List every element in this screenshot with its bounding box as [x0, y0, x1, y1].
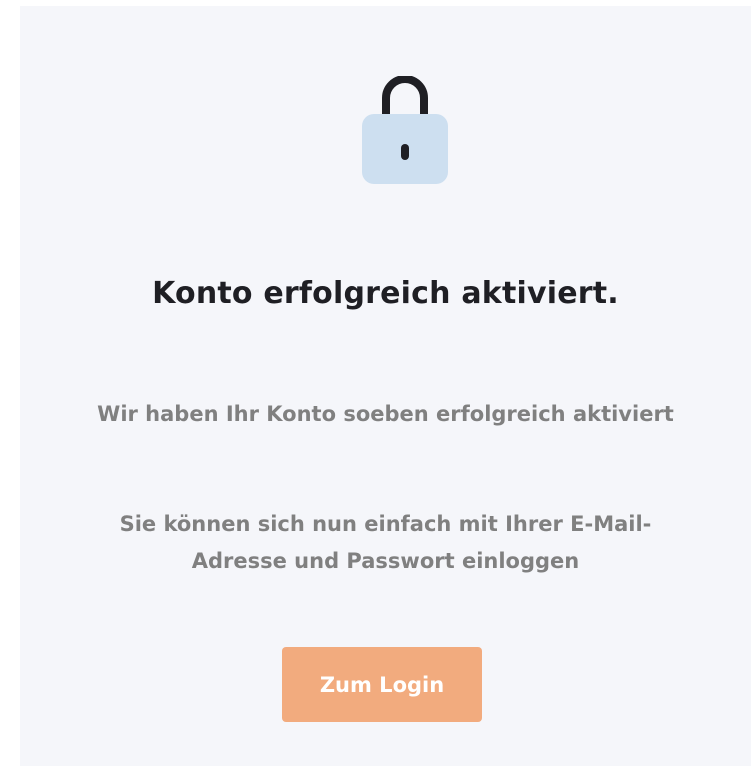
- login-button[interactable]: Zum Login: [282, 647, 482, 722]
- activation-message: Wir haben Ihr Konto soeben erfolgreich a…: [97, 402, 674, 426]
- unlocked-padlock-icon: [362, 76, 448, 186]
- activation-card: Konto erfolgreich aktiviert. Wir haben I…: [20, 6, 751, 766]
- page-title: Konto erfolgreich aktiviert.: [152, 276, 619, 311]
- login-hint-message: Sie können sich nun einfach mit Ihrer E-…: [119, 512, 652, 573]
